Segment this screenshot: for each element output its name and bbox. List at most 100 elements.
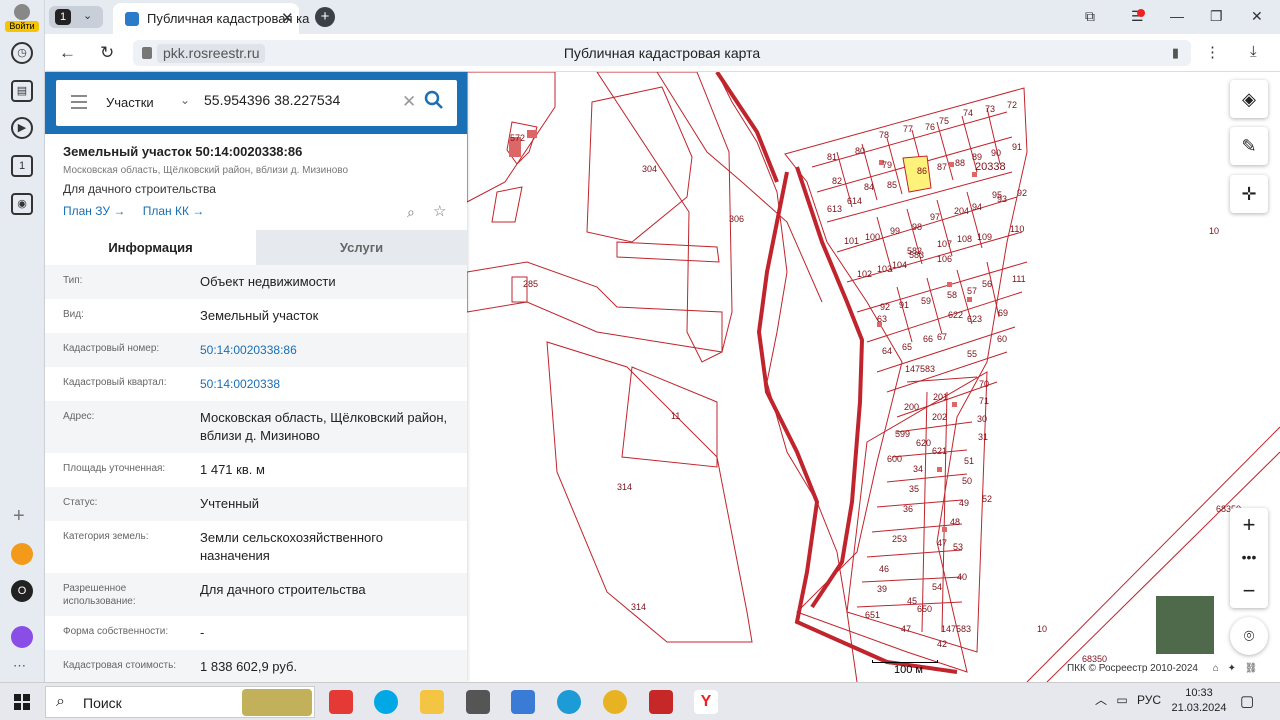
map-copyright: ПКК © Росреестр 2010-2024 ⌂ ✦ ⛓ (1067, 663, 1257, 674)
tabs-count-icon[interactable]: 1 (11, 155, 33, 177)
parcel-label: 84 (864, 182, 874, 192)
home-icon[interactable]: ⌂ (1213, 663, 1219, 674)
zoom-in-button[interactable]: + (1230, 508, 1268, 541)
clock[interactable]: 10:33 21.03.2024 (1170, 686, 1228, 716)
parcel-label: 92 (880, 302, 890, 312)
play-icon[interactable]: ▶ (11, 117, 33, 139)
parcel-label: 304 (642, 164, 657, 174)
app-icon-red[interactable] (329, 690, 353, 714)
close-window-icon[interactable]: ✕ (1251, 8, 1263, 25)
download-icon[interactable]: ⤓ (1250, 43, 1257, 60)
restore-icon[interactable]: ❐ (1210, 8, 1223, 25)
parcel-label: 81 (827, 152, 837, 162)
zen-icon[interactable] (11, 543, 33, 565)
login-button[interactable]: Войти (5, 4, 39, 32)
parcel-label: 614 (847, 196, 862, 206)
parcel-label: 35 (909, 484, 919, 494)
collections-icon[interactable]: ▤ (11, 80, 33, 102)
parcel-label: 10 (1209, 226, 1219, 236)
info-row: Категория земель: Земли сельскохозяйствен… (45, 521, 467, 573)
zoom-more-icon[interactable]: ••• (1230, 541, 1268, 574)
parcel-label: 104 (892, 260, 907, 270)
parcel-small (491, 186, 523, 223)
map-canvas[interactable]: 5723043061131431428520338101014758314758… (467, 72, 1280, 682)
link-icon[interactable]: ⛓ (1245, 663, 1258, 674)
photos-icon[interactable] (511, 690, 535, 714)
info-row: Кадастровая стоимость: 1 838 602,9 руб. (45, 650, 467, 682)
copy-icon[interactable]: ⧉ (1085, 8, 1095, 25)
cadastral-map[interactable]: 572 304 306 11 314 314 285 20338 10 10 147583 14758… (467, 72, 1280, 682)
info-row-link[interactable]: 50:14:0020338:86 (200, 341, 449, 359)
music-icon[interactable]: O (11, 580, 33, 602)
target-icon[interactable]: ✦ (1228, 663, 1236, 674)
zoom-out-button[interactable]: − (1230, 574, 1268, 607)
layers-icon[interactable]: ◈ (1230, 80, 1268, 118)
network-icon[interactable]: ▭ (1116, 693, 1127, 707)
back-icon[interactable]: ← (59, 43, 76, 63)
more-icon[interactable]: ⋯ (13, 658, 26, 674)
notifications-icon[interactable]: ▢ (1240, 692, 1254, 710)
new-tab-button[interactable]: + (315, 7, 335, 27)
parcel-label: 40 (957, 572, 967, 582)
parcel-label: 30 (977, 414, 987, 424)
parcel-label: 76 (925, 122, 935, 132)
parcel-header: Земельный участок 50:14:0020338:86 Моско… (45, 134, 467, 230)
parcel-label: 86 (917, 166, 927, 176)
active-tab[interactable]: Публичная кадастровая ка ✕ (113, 3, 309, 34)
tab-info[interactable]: Информация (45, 230, 256, 265)
yandex-browser-icon[interactable]: Y (694, 690, 718, 714)
info-row: Площадь уточненная: 1 471 кв. м (45, 453, 467, 487)
history-icon[interactable]: ◷ (11, 42, 33, 64)
app-icon-chart[interactable] (649, 690, 673, 714)
parcel-label: 95 (992, 190, 1002, 200)
reload-icon[interactable]: ↻ (100, 43, 114, 63)
favorite-star-icon[interactable]: ☆ (433, 202, 446, 220)
bookmark-icon[interactable]: ▮ (1172, 45, 1179, 61)
compass-icon[interactable]: ⌾ (1230, 617, 1268, 655)
windows-start-icon[interactable] (14, 694, 30, 710)
plan-zu-link[interactable]: План ЗУ → (63, 204, 125, 218)
minimap[interactable] (1155, 595, 1215, 655)
parcel-label: 51 (964, 456, 974, 466)
category-select[interactable]: Участки (106, 95, 154, 110)
taskbar-search[interactable]: ⌕ Поиск (45, 686, 315, 718)
info-row-link[interactable]: 50:14:0020338 (200, 375, 449, 393)
parcel-label: 80 (855, 146, 865, 156)
parcel-label: 97 (930, 212, 940, 222)
screenshot-icon[interactable]: ◉ (11, 193, 33, 215)
chevron-down-icon[interactable]: ⌄ (180, 93, 190, 107)
plan-kk-link[interactable]: План КК → (143, 204, 205, 218)
menu-icon[interactable] (71, 95, 87, 113)
explorer-icon[interactable] (420, 690, 444, 714)
tab-services[interactable]: Услуги (256, 230, 467, 265)
locate-icon[interactable]: ✛ (1230, 175, 1268, 213)
more-menu-icon[interactable]: ⋮ (1205, 43, 1220, 61)
calculator-icon[interactable] (466, 690, 490, 714)
add-panel-icon[interactable]: + (13, 505, 25, 528)
tray-chevron-icon[interactable]: ︿ (1095, 693, 1107, 707)
ruler-icon[interactable]: ✎ (1230, 127, 1268, 165)
clock-date: 21.03.2024 (1171, 702, 1227, 714)
tab-count-button[interactable]: 1 ⌄ (49, 6, 103, 28)
chrome-icon[interactable] (603, 690, 627, 714)
parcel-label: 285 (523, 279, 538, 289)
url-domain[interactable]: pkk.rosreestr.ru (157, 44, 266, 63)
map-labels: 5723043061131431428520338101014758314758… (467, 72, 1241, 664)
alice-icon[interactable] (11, 626, 33, 648)
info-panel: Участки ⌄ ✕ Земельный участок 50:14:0020… (45, 72, 467, 682)
lock-icon[interactable] (142, 47, 152, 59)
language-indicator[interactable]: РУС (1137, 693, 1161, 707)
parcel-label: 56 (982, 279, 992, 289)
edge-icon[interactable] (557, 690, 581, 714)
copyright-text: ПКК © Росреестр 2010-2024 (1067, 663, 1198, 674)
zoom-to-icon[interactable]: ⌕ (407, 204, 415, 221)
search-input[interactable] (204, 92, 394, 108)
search-icon[interactable] (424, 90, 444, 110)
parcel-label: 49 (959, 498, 969, 508)
url-field[interactable]: Публичная кадастровая карта pkk.rosreest… (133, 40, 1191, 66)
clock-time: 10:33 (1185, 687, 1213, 699)
clear-icon[interactable]: ✕ (402, 92, 416, 112)
skype-icon[interactable] (374, 690, 398, 714)
minimize-icon[interactable]: — (1170, 8, 1184, 24)
close-tab-icon[interactable]: ✕ (281, 9, 294, 27)
